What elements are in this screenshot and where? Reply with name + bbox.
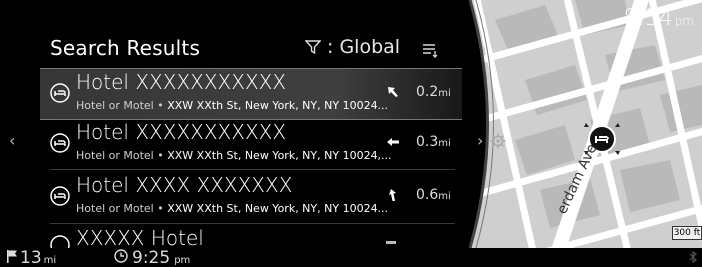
filter-button[interactable]: : Global [305, 36, 400, 58]
filter-label: : Global [327, 36, 401, 58]
nav-search-results-screen: erdam Ave 8:54 pm Search Results : Global… [0, 0, 702, 267]
direction-arrow-icon [387, 138, 399, 146]
hotel-bed-icon [50, 83, 70, 103]
gear-icon[interactable] [490, 133, 506, 149]
expand-map-button[interactable]: › [477, 131, 483, 150]
result-name: Hotel XXXXXXXXXXX [76, 120, 287, 144]
result-distance: 0.3mi [416, 134, 451, 150]
map-view[interactable]: erdam Ave [455, 0, 702, 248]
result-item[interactable]: Hotel XXXXXXXXXXX Hotel or Motel • XXW X… [40, 68, 462, 120]
clock: 8:54 pm [623, 6, 694, 31]
result-name: Hotel XXXX XXXXXXX [76, 173, 293, 197]
clock-icon [114, 249, 128, 263]
bluetooth-icon [689, 251, 697, 263]
result-address: Hotel or Motel • XXW XXth St, New York, … [76, 202, 389, 215]
result-name: Hotel XXXXXXXXXXX [76, 70, 287, 94]
previous-page-button[interactable]: ‹ [9, 131, 15, 150]
trip-distance: 13 mi [6, 248, 56, 267]
result-address: Hotel or Motel • XXW XXth St, New York, … [76, 149, 392, 162]
direction-arrow-icon [389, 189, 396, 201]
hotel-bed-icon [50, 133, 70, 153]
status-bar: 13 mi 9:25 pm [0, 248, 702, 267]
result-item[interactable]: XXXXX Hotel [40, 229, 462, 248]
result-item[interactable]: Hotel XXXX XXXXXXX Hotel or Motel • XXW … [40, 172, 462, 222]
result-address: Hotel or Motel • XXW XXth St, New York, … [76, 99, 389, 112]
map-streets: erdam Ave [455, 0, 702, 248]
sort-icon[interactable] [422, 42, 440, 58]
result-distance: 0.6mi [416, 187, 451, 203]
row-divider [50, 223, 455, 224]
direction-arrow-icon [388, 87, 398, 97]
result-item[interactable]: Hotel XXXXXXXXXXX Hotel or Motel • XXW X… [40, 119, 462, 169]
arrival-time: 9:25 pm [114, 248, 190, 267]
row-divider [50, 169, 455, 170]
filter-icon [305, 40, 321, 55]
hotel-bed-icon [50, 186, 70, 206]
page-title: Search Results [50, 36, 201, 60]
flag-icon [7, 250, 17, 263]
map-scale: 300 ft [672, 226, 702, 240]
direction-arrow-icon [386, 241, 396, 244]
result-distance: 0.2mi [416, 84, 451, 100]
hotel-bed-icon [50, 235, 70, 248]
result-name: XXXXX Hotel [76, 229, 204, 248]
